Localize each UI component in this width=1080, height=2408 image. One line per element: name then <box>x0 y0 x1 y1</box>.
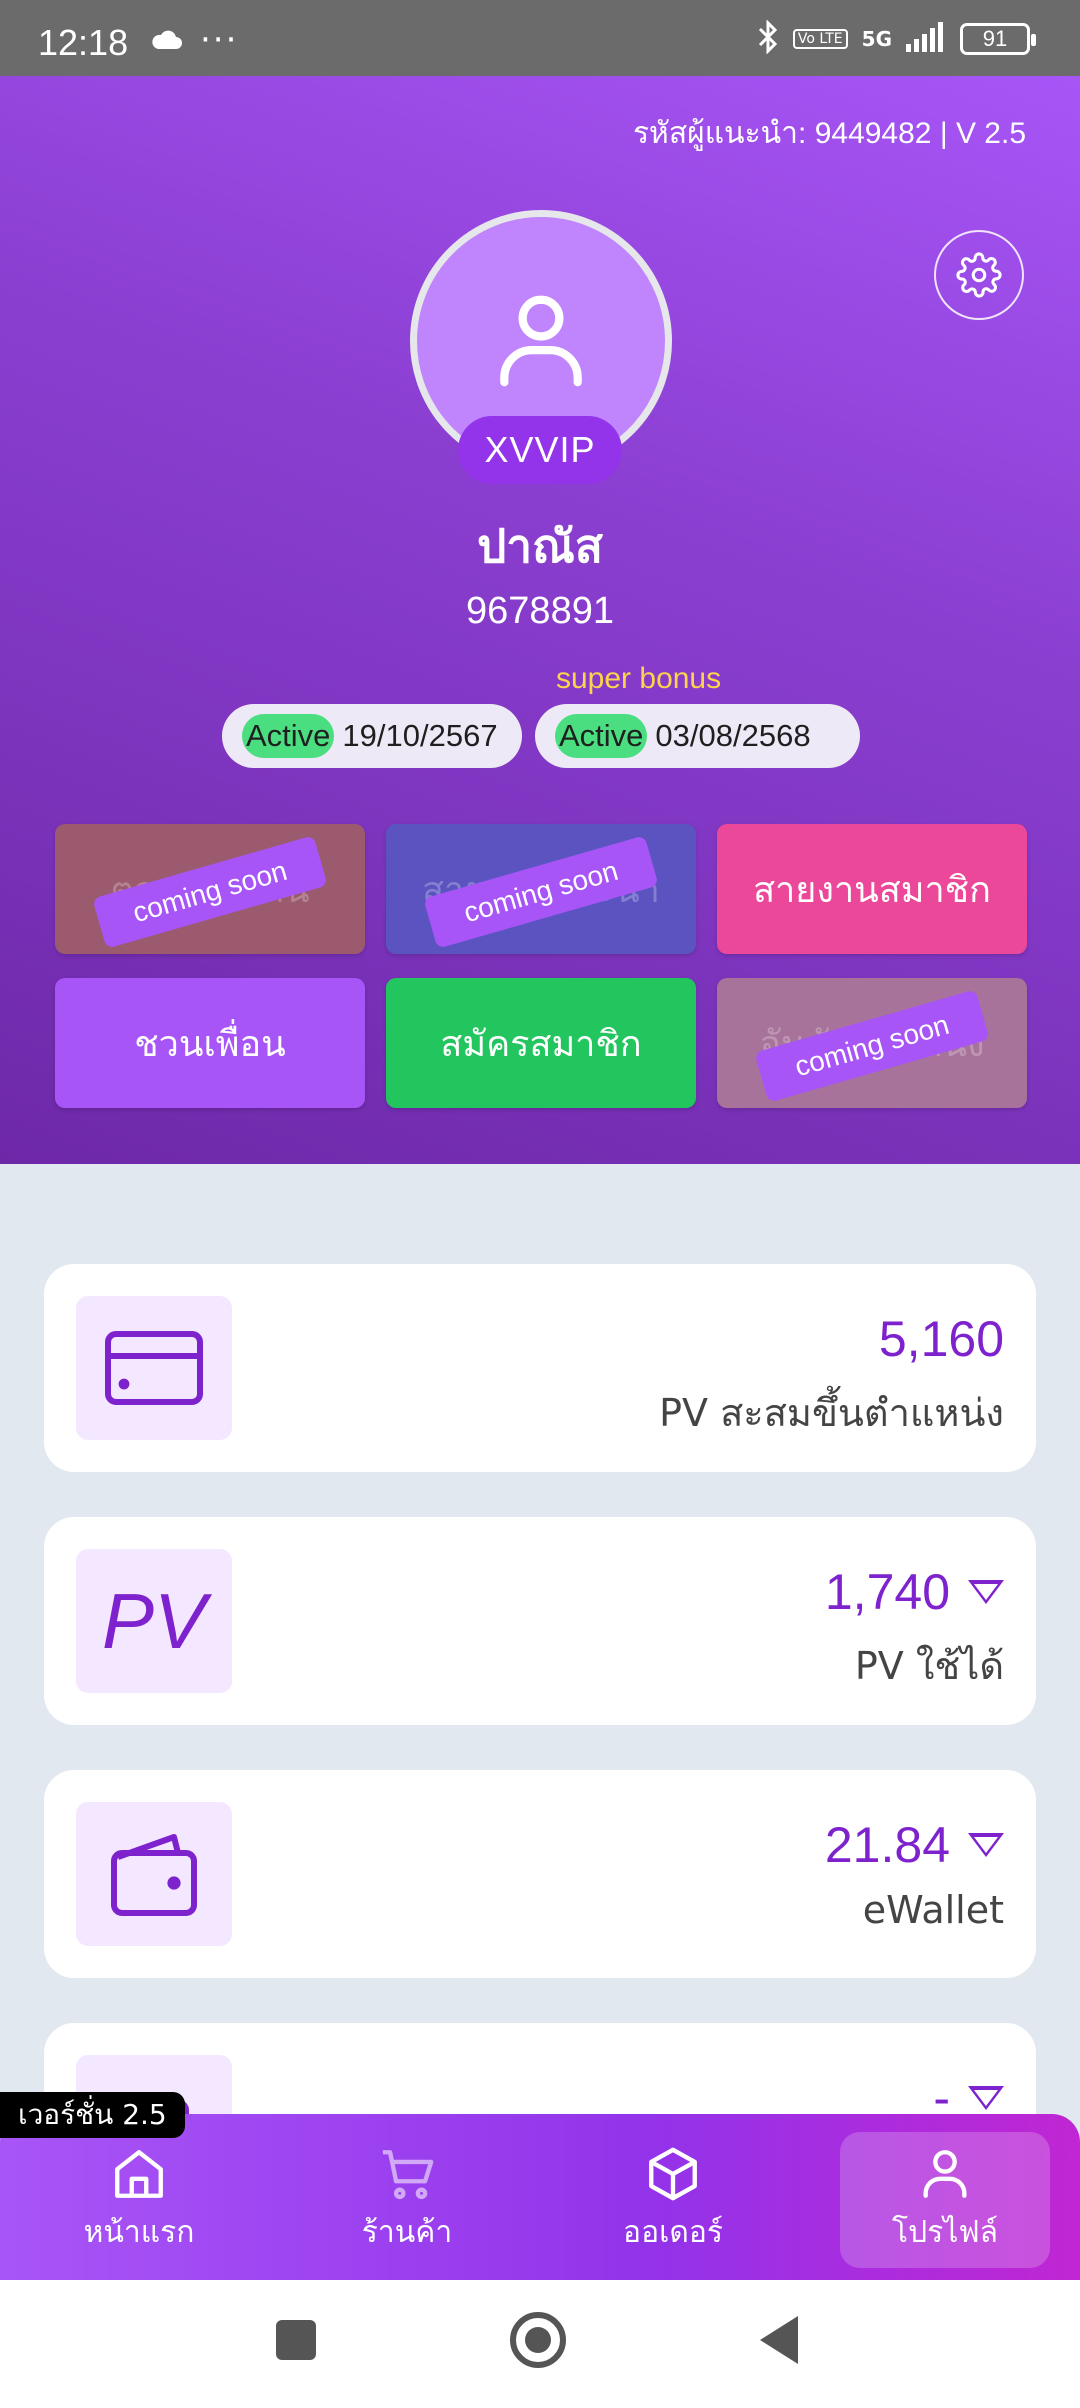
nav-shop[interactable]: ร้านค้า <box>302 2132 512 2268</box>
signal-icon <box>906 22 946 56</box>
cart-icon <box>382 2149 434 2199</box>
cloud-icon <box>150 24 184 59</box>
user-id: 9678891 <box>466 590 614 632</box>
usable-pv-value: 1,740 <box>824 1564 950 1620</box>
active-badge: Active <box>242 714 335 758</box>
nav-orders[interactable]: ออเดอร์ <box>568 2132 778 2268</box>
ewallet-value: 21.84 <box>824 1817 950 1873</box>
register-member-button[interactable]: สมัครสมาชิก <box>386 978 696 1108</box>
coming-soon-ribbon: coming soon <box>754 989 990 1103</box>
ewallet-label: eWallet <box>862 1888 1004 1932</box>
nav-profile[interactable]: โปรไฟล์ <box>840 2132 1050 2268</box>
chevron-down-icon[interactable] <box>968 1580 1004 1604</box>
nav-shop-label: ร้านค้า <box>361 2214 453 2250</box>
status-chip-super-bonus: Active 03/08/2568 <box>535 704 860 768</box>
accumulated-pv-card: 5,160 PV สะสมขึ้นตำแหน่ง <box>44 1264 1036 1472</box>
member-line-button[interactable]: สายงานสมาชิก <box>717 824 1027 954</box>
referral-line-button: สายงานแนะนำ coming soon <box>386 824 696 954</box>
status-bar: 12:18 ··· Vo LTE 5G 91 <box>0 0 1080 76</box>
settings-button[interactable] <box>934 230 1024 320</box>
usable-pv-card[interactable]: PV 1,740 PV ใช้ได้ <box>44 1517 1036 1725</box>
gear-icon <box>956 252 1002 298</box>
home-button[interactable] <box>510 2312 566 2368</box>
chevron-down-icon[interactable] <box>968 1833 1004 1857</box>
volte-icon: Vo LTE <box>792 29 848 49</box>
status-date: 03/08/2568 <box>655 718 811 753</box>
coming-soon-ribbon: coming soon <box>92 835 328 949</box>
nav-home-label: หน้าแรก <box>83 2214 195 2250</box>
usable-pv-label: PV ใช้ได้ <box>854 1644 1004 1688</box>
home-icon <box>115 2149 163 2198</box>
network-type: 5G <box>861 27 892 51</box>
nav-profile-label: โปรไฟล์ <box>892 2214 998 2250</box>
user-icon <box>923 2149 967 2198</box>
rank-button: อันดับตำแหน่ง coming soon <box>717 978 1027 1108</box>
coming-soon-ribbon: coming soon <box>423 835 659 949</box>
team-market-button: ตลาดทีมงาน coming soon <box>55 824 365 954</box>
accumulated-pv-value: 5,160 <box>878 1311 1004 1367</box>
active-badge: Active <box>555 714 648 758</box>
more-notifications-icon: ··· <box>200 20 239 60</box>
wallet-icon <box>76 1802 232 1946</box>
system-nav-bar <box>0 2280 1080 2408</box>
battery-icon: 91 <box>960 23 1036 55</box>
referrer-code: รหัสผู้แนะนำ: 9449482 | V 2.5 <box>632 117 1026 150</box>
box-icon <box>649 2147 697 2200</box>
tier-badge: XVVIP <box>458 416 622 484</box>
accumulated-pv-label: PV สะสมขึ้นตำแหน่ง <box>659 1391 1004 1435</box>
user-icon <box>500 295 582 387</box>
super-bonus-label: super bonus <box>556 662 722 695</box>
card-icon <box>76 1296 232 1440</box>
user-name: ปาณัส <box>477 519 603 573</box>
ewallet-card[interactable]: 21.84 eWallet <box>44 1770 1036 1978</box>
status-chip-membership: Active 19/10/2567 <box>222 704 522 768</box>
pv-icon: PV <box>76 1549 232 1693</box>
nav-home[interactable]: หน้าแรก <box>34 2132 244 2268</box>
status-time: 12:18 <box>38 22 129 63</box>
status-date: 19/10/2567 <box>342 718 498 753</box>
recent-apps-button[interactable] <box>276 2320 316 2360</box>
bluetooth-icon <box>757 19 779 58</box>
invite-friend-button[interactable]: ชวนเพื่อน <box>55 978 365 1108</box>
version-tag: เวอร์ชั่น 2.5 <box>0 2092 185 2138</box>
back-button[interactable] <box>760 2316 798 2364</box>
nav-orders-label: ออเดอร์ <box>623 2214 723 2250</box>
bottom-nav: หน้าแรก ร้านค้า ออเดอร์ โปรไฟล์ <box>0 2114 1080 2280</box>
chevron-down-icon[interactable] <box>968 2086 1004 2110</box>
